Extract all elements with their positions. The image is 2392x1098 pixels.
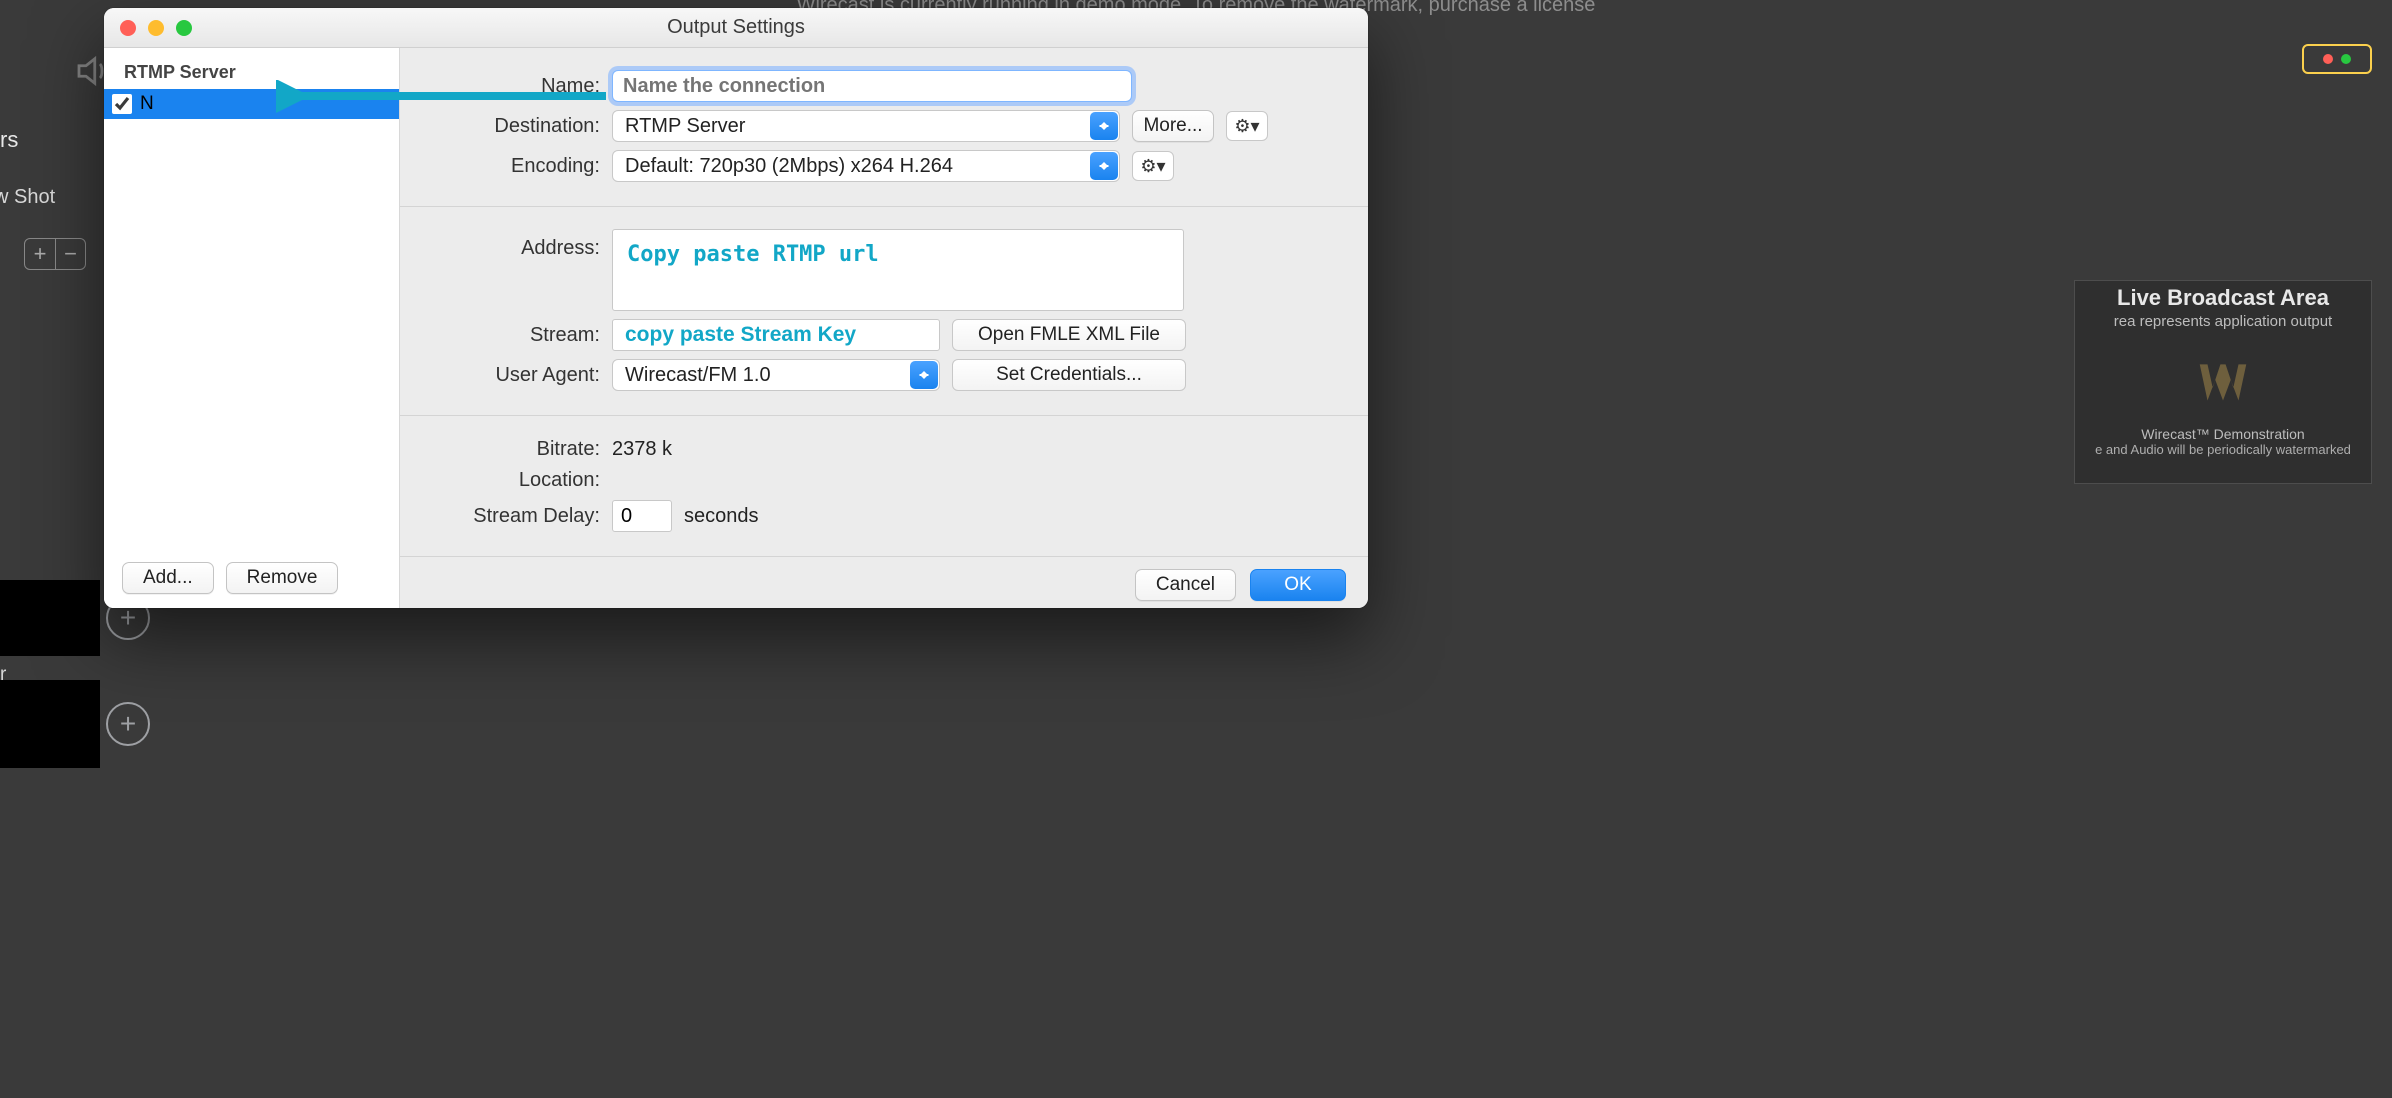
stream-label: Stream: <box>424 324 600 347</box>
add-destination-button[interactable]: Add... <box>122 562 214 594</box>
ok-button[interactable]: OK <box>1250 569 1346 601</box>
stream-input[interactable] <box>612 319 940 351</box>
broadcast-area-title: Live Broadcast Area <box>2075 285 2371 311</box>
destination-gear-button[interactable]: ⚙︎▾ <box>1226 111 1268 141</box>
location-label: Location: <box>424 469 600 492</box>
encoding-gear-button[interactable]: ⚙︎▾ <box>1132 151 1174 181</box>
stream-delay-input[interactable] <box>612 500 672 532</box>
sidebar-heading: RTMP Server <box>104 48 399 89</box>
cancel-button[interactable]: Cancel <box>1135 569 1236 601</box>
set-credentials-button[interactable]: Set Credentials... <box>952 359 1186 391</box>
destination-select[interactable]: RTMP Server <box>612 110 1120 142</box>
left-panel-fragment: rs w Shot + − <box>0 120 90 1020</box>
stream-delay-unit: seconds <box>684 505 759 528</box>
encoding-select-value: Default: 720p30 (2Mbps) x264 H.264 <box>612 150 1120 182</box>
user-agent-select[interactable]: Wirecast/FM 1.0 <box>612 359 940 391</box>
bitrate-value: 2378 k <box>612 438 672 461</box>
dialog-titlebar[interactable]: Output Settings <box>104 8 1368 48</box>
live-broadcast-area: Live Broadcast Area rea represents appli… <box>2074 280 2372 484</box>
close-icon[interactable] <box>120 20 136 36</box>
stream-delay-label: Stream Delay: <box>424 505 600 528</box>
dialog-footer: Cancel OK <box>400 557 1368 608</box>
zoom-icon[interactable] <box>176 20 192 36</box>
open-fmle-button[interactable]: Open FMLE XML File <box>952 319 1186 351</box>
sidebar-label-fragment: rs <box>0 120 38 160</box>
gear-icon: ⚙︎▾ <box>1234 116 1259 137</box>
destinations-sidebar: RTMP Server N Add... Remove <box>104 48 400 608</box>
broadcast-caption: Wirecast™ Demonstration <box>2075 426 2371 442</box>
status-red-icon <box>2323 54 2333 64</box>
shot-thumbnail[interactable]: + <box>0 680 100 768</box>
window-controls[interactable] <box>120 20 192 36</box>
destination-item-selected[interactable]: N <box>104 89 399 119</box>
destination-item-label: N <box>140 93 154 115</box>
address-input[interactable] <box>612 229 1184 311</box>
name-label: Name: <box>424 75 600 98</box>
gear-icon: ⚙︎▾ <box>1140 156 1165 177</box>
output-settings-form: Name: Destination: RTMP Server More... ⚙… <box>400 48 1368 608</box>
user-agent-label: User Agent: <box>424 364 600 387</box>
encoding-select[interactable]: Default: 720p30 (2Mbps) x264 H.264 <box>612 150 1120 182</box>
minus-button[interactable]: − <box>55 239 85 269</box>
dropdown-arrows-icon <box>1090 112 1118 140</box>
shot-thumbnail[interactable]: + r <box>0 580 100 656</box>
broadcast-area-subtitle: rea represents application output <box>2075 313 2371 330</box>
destination-more-button[interactable]: More... <box>1132 110 1214 142</box>
bitrate-label: Bitrate: <box>424 438 600 461</box>
stream-status-indicator[interactable] <box>2302 44 2372 74</box>
dropdown-arrows-icon <box>1090 152 1118 180</box>
add-shot-icon[interactable]: + <box>106 702 150 746</box>
dropdown-arrows-icon <box>910 361 938 389</box>
encoding-label: Encoding: <box>424 155 600 178</box>
remove-destination-button[interactable]: Remove <box>226 562 339 594</box>
minimize-icon[interactable] <box>148 20 164 36</box>
broadcast-caption: e and Audio will be periodically waterma… <box>2075 442 2371 457</box>
add-remove-stepper[interactable]: + − <box>24 238 86 270</box>
address-label: Address: <box>424 229 600 260</box>
user-agent-select-value: Wirecast/FM 1.0 <box>612 359 940 391</box>
wirecast-logo-icon <box>2192 354 2254 416</box>
dialog-title: Output Settings <box>667 16 805 39</box>
destination-select-value: RTMP Server <box>612 110 1120 142</box>
sidebar-label-fragment: w Shot <box>0 186 55 209</box>
plus-button[interactable]: + <box>25 239 55 269</box>
destination-label: Destination: <box>424 115 600 138</box>
destination-enabled-checkbox[interactable] <box>112 94 132 114</box>
output-settings-dialog: Output Settings RTMP Server N Add... Rem… <box>104 8 1368 608</box>
name-input[interactable] <box>612 70 1132 102</box>
status-green-icon <box>2341 54 2351 64</box>
